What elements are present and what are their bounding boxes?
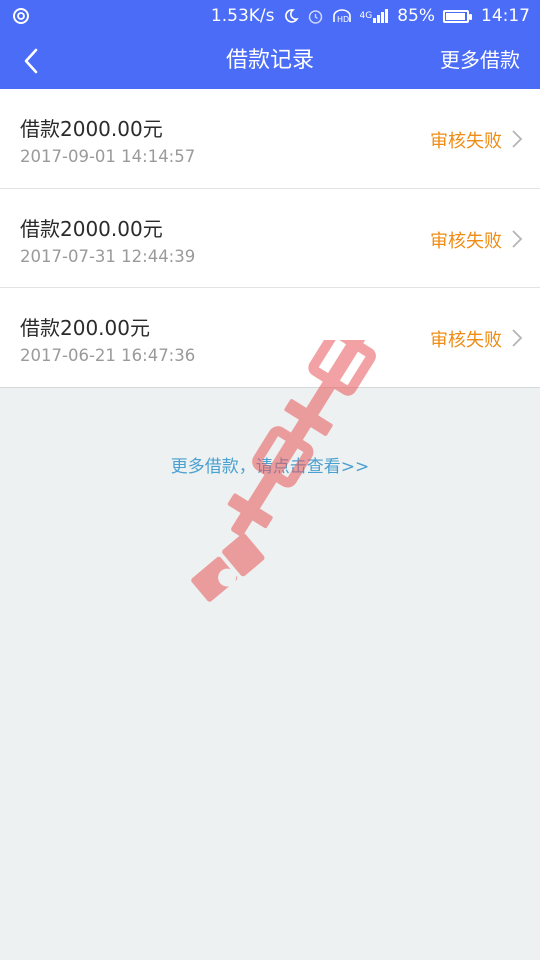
network-speed: 1.53K/s: [210, 6, 275, 26]
status-bar: 1.53K/s HD 4G 85% 14:17: [0, 0, 540, 32]
loan-status: 审核失败: [430, 131, 502, 152]
loan-time: 2017-09-01 14:14:57: [20, 147, 196, 166]
signal-icon: 4G: [360, 9, 390, 23]
nav-bar: 借款记录 更多借款: [0, 32, 540, 89]
loan-status: 审核失败: [430, 330, 502, 351]
moon-icon: [283, 8, 299, 24]
clock: 14:17: [481, 6, 530, 26]
chevron-right-icon: [512, 229, 523, 248]
loan-record-row[interactable]: 借款200.00元 2017-06-21 16:47:36 审核失败: [0, 288, 540, 388]
loan-amount: 借款200.00元: [20, 316, 150, 340]
loan-status: 审核失败: [430, 230, 502, 252]
app-notification-icon: [12, 7, 30, 25]
svg-text:HD: HD: [337, 15, 349, 24]
loan-time: 2017-06-21 16:47:36: [20, 346, 196, 365]
loan-record-list: 借款2000.00元 2017-09-01 14:14:57 审核失败 借款20…: [0, 89, 540, 388]
chevron-right-icon: [512, 329, 523, 347]
hd-icon: HD: [332, 8, 352, 24]
alarm-icon: [307, 8, 324, 25]
chevron-right-icon: [512, 130, 523, 148]
more-loans-button[interactable]: 更多借款: [440, 32, 520, 89]
loan-amount: 借款2000.00元: [20, 117, 163, 141]
battery-icon: [443, 9, 472, 23]
loan-record-row[interactable]: 借款2000.00元 2017-09-01 14:14:57 审核失败: [0, 89, 540, 189]
more-loans-link[interactable]: 更多借款，请点击查看>>: [0, 452, 540, 477]
battery-percent: 85%: [397, 6, 435, 26]
network-type: 4G: [359, 11, 373, 21]
loan-record-row[interactable]: 借款2000.00元 2017-07-31 12:44:39 审核失败: [0, 189, 540, 288]
loan-time: 2017-07-31 12:44:39: [20, 246, 196, 266]
loan-amount: 借款2000.00元: [20, 216, 163, 241]
